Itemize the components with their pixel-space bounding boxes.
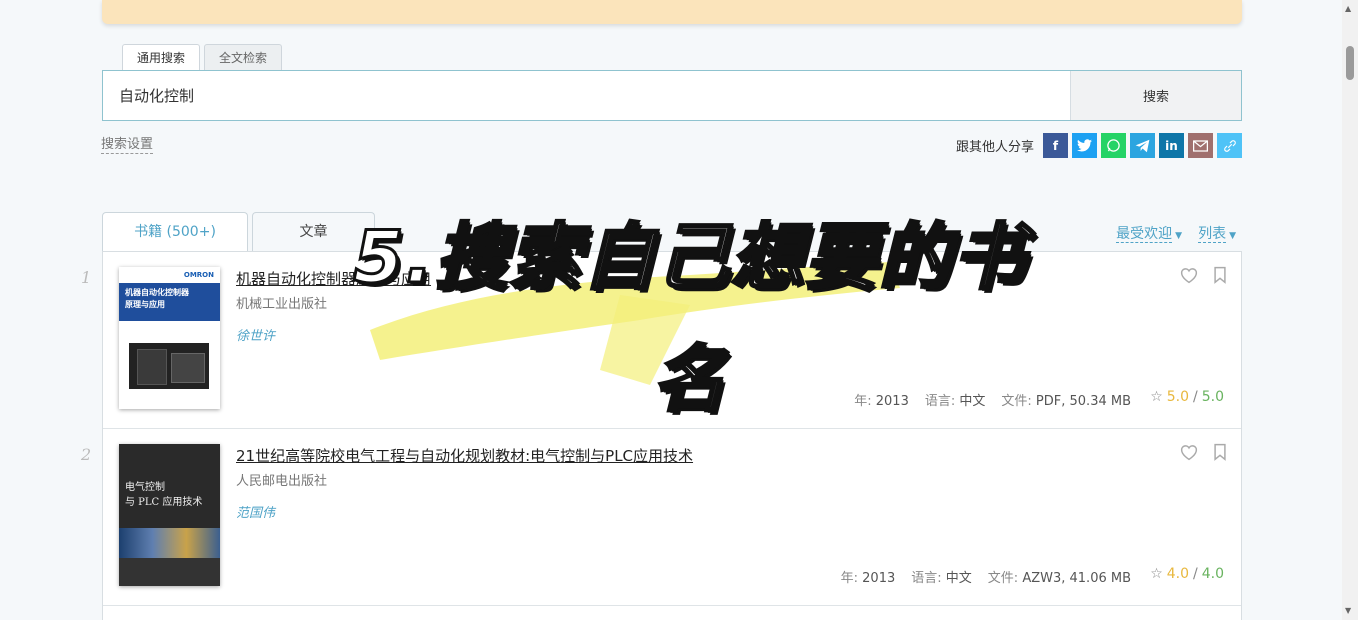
page-scrollbar[interactable]: ▲ ▼ xyxy=(1342,0,1358,620)
rating-interest: 4.0 xyxy=(1166,566,1190,582)
result-type-tabs: 书籍 (500+) 文章 xyxy=(102,212,375,253)
rating-quality: 4.0 xyxy=(1201,566,1224,582)
scroll-up-icon[interactable]: ▲ xyxy=(1345,4,1351,13)
tab-books[interactable]: 书籍 (500+) xyxy=(102,212,248,253)
book-rating: ☆ 5.0 / 5.0 xyxy=(1150,389,1224,405)
search-mode-tabs: 通用搜索 全文检索 xyxy=(122,44,283,71)
language-label: 语言: xyxy=(911,571,942,586)
rating-interest: 5.0 xyxy=(1166,389,1190,405)
language-label: 语言: xyxy=(924,394,956,409)
search-box: 搜索 xyxy=(102,70,1242,121)
results-list: 1 OMRON 机器自动化控制器 原理与应用 机器自动化控制器原理与应用 机械工… xyxy=(81,251,1242,620)
heart-icon[interactable] xyxy=(1179,443,1199,461)
tab-articles[interactable]: 文章 xyxy=(252,212,375,252)
item-index: 2 xyxy=(81,445,92,464)
facebook-icon[interactable]: f xyxy=(1043,133,1068,158)
telegram-icon[interactable] xyxy=(1130,133,1155,158)
item-actions xyxy=(1179,443,1227,461)
caret-down-icon: ▼ xyxy=(1229,231,1236,241)
link-icon[interactable] xyxy=(1217,133,1242,158)
sort-label: 最受欢迎 xyxy=(1116,226,1173,243)
search-settings-link[interactable]: 搜索设置 xyxy=(101,137,154,154)
book-publisher: 人民邮电出版社 xyxy=(236,474,328,489)
book-author-link[interactable]: 徐世许 xyxy=(236,325,275,344)
book-publisher: 机械工业出版社 xyxy=(236,297,328,312)
sort-controls: 最受欢迎 ▼ 列表 ▼ xyxy=(1116,226,1236,243)
book-year: 2013 xyxy=(862,571,896,586)
whatsapp-icon[interactable] xyxy=(1101,133,1126,158)
book-cover[interactable]: 电气控制 与 PLC 应用技术 xyxy=(119,444,220,586)
star-icon: ☆ xyxy=(1150,566,1163,582)
caret-down-icon: ▼ xyxy=(1175,231,1183,241)
rating-quality: 5.0 xyxy=(1201,389,1224,405)
list-item: 1 OMRON 机器自动化控制器 原理与应用 机器自动化控制器原理与应用 机械工… xyxy=(81,252,1241,429)
file-label: 文件: xyxy=(1001,394,1032,409)
search-input[interactable] xyxy=(103,71,1070,120)
email-icon[interactable] xyxy=(1188,133,1213,158)
book-file: AZW3, 41.06 MB xyxy=(1022,571,1131,586)
tab-general-search[interactable]: 通用搜索 xyxy=(122,44,201,71)
item-actions xyxy=(1179,266,1227,284)
book-author-link[interactable]: 范国伟 xyxy=(236,502,275,521)
linkedin-icon[interactable]: in xyxy=(1159,133,1184,158)
tab-fulltext-search[interactable]: 全文检索 xyxy=(204,44,283,71)
book-title-link[interactable]: 21世纪高等院校电气工程与自动化规划教材:电气控制与PLC应用技术 xyxy=(236,445,693,466)
book-cover[interactable]: OMRON 机器自动化控制器 原理与应用 xyxy=(119,267,220,409)
search-button[interactable]: 搜索 xyxy=(1070,71,1241,120)
book-language: 中文 xyxy=(959,394,986,409)
cover-title: 机器自动化控制器 原理与应用 xyxy=(125,288,189,309)
book-year: 2013 xyxy=(875,394,909,409)
share-bar: 跟其他人分享 f in xyxy=(956,133,1242,158)
scroll-down-icon[interactable]: ▼ xyxy=(1345,606,1351,615)
list-item: 2 电气控制 与 PLC 应用技术 21世纪高等院校电气工程与自动化规划教材:电… xyxy=(81,429,1241,606)
book-file: PDF, 50.34 MB xyxy=(1035,394,1131,409)
heart-icon[interactable] xyxy=(1179,266,1199,284)
star-icon: ☆ xyxy=(1150,389,1163,405)
bookmark-icon[interactable] xyxy=(1213,266,1227,284)
sort-dropdown[interactable]: 最受欢迎 ▼ xyxy=(1116,226,1182,243)
cover-brand: OMRON xyxy=(183,271,214,279)
book-meta: 年: 2013 语言: 中文 文件: PDF, 50.34 MB xyxy=(854,390,1131,409)
share-label: 跟其他人分享 xyxy=(955,140,1034,155)
view-dropdown[interactable]: 列表 ▼ xyxy=(1198,226,1236,243)
scroll-thumb[interactable] xyxy=(1346,46,1354,80)
bookmark-icon[interactable] xyxy=(1213,443,1227,461)
twitter-icon[interactable] xyxy=(1072,133,1097,158)
cover-title: 电气控制 与 PLC 应用技术 xyxy=(125,482,203,508)
file-label: 文件: xyxy=(987,571,1019,586)
year-label: 年: xyxy=(840,571,859,586)
notice-banner xyxy=(102,0,1242,24)
book-title-link[interactable]: 机器自动化控制器原理与应用 xyxy=(236,268,431,289)
year-label: 年: xyxy=(854,394,872,409)
book-language: 中文 xyxy=(945,571,972,586)
book-meta: 年: 2013 语言: 中文 文件: AZW3, 41.06 MB xyxy=(841,567,1131,586)
book-rating: ☆ 4.0 / 4.0 xyxy=(1150,566,1224,582)
view-label: 列表 xyxy=(1198,226,1227,243)
item-index: 1 xyxy=(81,268,92,287)
